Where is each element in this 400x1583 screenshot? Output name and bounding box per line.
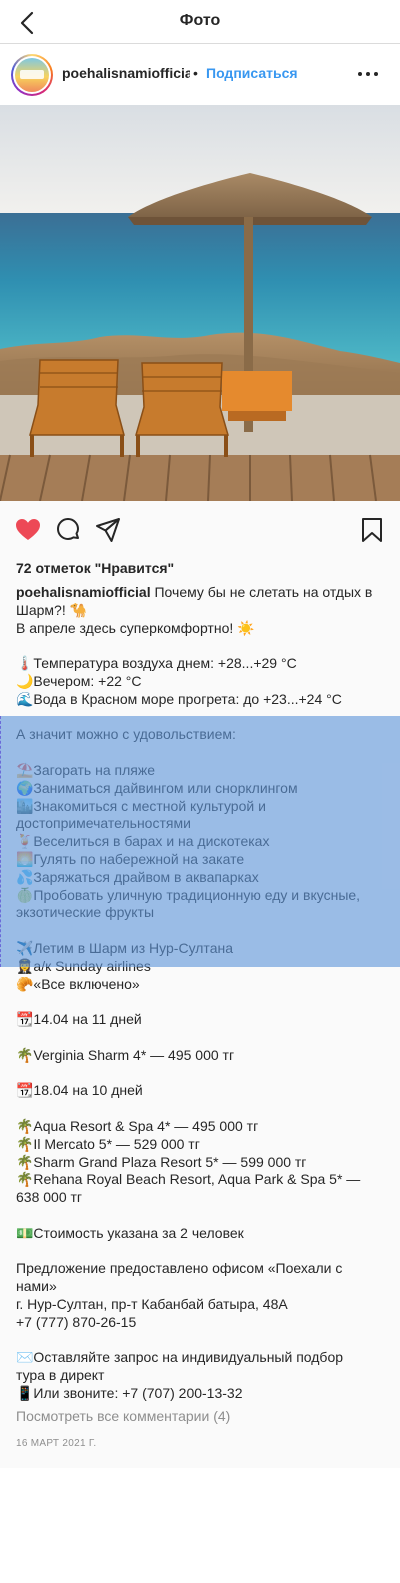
caption-line: 🌴Il Mercato 5* — 529 000 тг: [16, 1135, 200, 1152]
caption-line: 🌴Rehana Royal Beach Resort, Aqua Park & …: [16, 1171, 361, 1188]
caption-line: +7 (777) 870-26-15: [16, 1313, 137, 1330]
caption-line: 📱Или звоните: +7 (707) 200-13-32: [16, 1384, 243, 1401]
caption-line: Предложение предоставлено офисом «Поехал…: [16, 1260, 343, 1277]
top-bar: Фото: [0, 0, 400, 44]
caption-line: 🌅Гулять по набережной на закате: [16, 850, 245, 867]
caption-line: [16, 1207, 386, 1225]
avatar[interactable]: [11, 54, 53, 96]
caption-line: [16, 1029, 386, 1047]
caption-line: нами»: [16, 1278, 57, 1295]
comment-icon[interactable]: [54, 516, 82, 544]
caption-line: 🍹Веселиться в барах и на дискотеках: [16, 833, 270, 850]
caption-line: экзотические фрукты: [16, 904, 155, 921]
caption-line: [16, 709, 386, 727]
caption-line: [16, 744, 386, 762]
post-date: 16 МАРТ 2021 Г.: [16, 1438, 97, 1449]
caption-username[interactable]: poehalisnamiofficial: [16, 584, 151, 600]
caption-line: 🌙Вечером: +22 °С: [16, 672, 142, 689]
caption-line: 📆18.04 на 10 дней: [16, 1082, 143, 1099]
selection-edge: [0, 716, 1, 967]
heart-icon[interactable]: [14, 516, 42, 544]
follow-button[interactable]: Подписаться: [206, 65, 298, 81]
caption-line: 🌡️Температура воздуха днем: +28...+29 °С: [16, 655, 297, 672]
caption-lines: Шарм?! 🐪 В апреле здесь суперкомфортно! ☀…: [16, 602, 386, 1403]
caption-line: тура в директ: [16, 1367, 105, 1384]
view-comments-link[interactable]: Посмотреть все комментарии (4): [16, 1408, 230, 1424]
caption-line: 🏙️Знакомиться с местной культурой и: [16, 797, 266, 814]
paper-plane-icon[interactable]: [94, 516, 122, 544]
caption-line: 🌴Verginia Sharm 4* — 495 000 тг: [16, 1046, 235, 1063]
separator-dot: •: [193, 65, 198, 81]
caption-line: 👩‍✈️а/к Sunday airlines: [16, 957, 151, 974]
caption-line: ✈️Летим в Шарм из Нур-Султана: [16, 939, 233, 956]
caption-line: [16, 1331, 386, 1349]
post-photo[interactable]: [0, 105, 400, 501]
caption-line: 🌍Заниматься дайвингом или снорклингом: [16, 779, 298, 796]
post-username[interactable]: poehalisnamiofficial: [62, 65, 190, 81]
page-footer-space: [0, 1468, 400, 1583]
caption-line: 638 000 тг: [16, 1189, 83, 1206]
caption-first-line-text: Почему бы не слетать на отдых в: [154, 584, 373, 600]
caption-line: [16, 922, 386, 940]
avatar-image: [15, 58, 49, 92]
caption-line: ✉️Оставляйте запрос на индивидуальный по…: [16, 1349, 344, 1366]
caption-line: [16, 1242, 386, 1260]
caption-line: [16, 993, 386, 1011]
caption-line: [16, 1065, 386, 1083]
caption-line: г. Нур-Султан, пр-т Кабанбай батыра, 48А: [16, 1295, 288, 1312]
post-header: poehalisnamiofficial • Подписаться: [0, 45, 400, 105]
caption-line: [16, 1100, 386, 1118]
caption-line: [16, 637, 386, 655]
caption-line: В апреле здесь суперкомфортно! ☀️: [16, 619, 255, 636]
caption-line: 🥐«Все включено»: [16, 975, 140, 992]
page-title: Фото: [179, 12, 221, 29]
caption-line: 📆14.04 на 11 дней: [16, 1011, 142, 1028]
caption-line: 🍈Пробовать уличную традиционную еду и вк…: [16, 886, 361, 903]
post-actions: [0, 510, 400, 552]
likes-count[interactable]: 72 отметок "Нравится": [16, 560, 174, 576]
caption-line: Шарм?! 🐪: [16, 601, 88, 618]
caption-line: 🌊Вода в Красном море прогрета: до +23...…: [16, 690, 342, 707]
caption-line: А значит можно с удовольствием:: [16, 726, 236, 743]
bookmark-icon[interactable]: [358, 516, 386, 544]
caption-line: 💦Заряжаться драйвом в аквапарках: [16, 868, 259, 885]
caption-line: 🌴Sharm Grand Plaza Resort 5* — 599 000 т…: [16, 1153, 307, 1170]
caption-line: 🌴Aqua Resort & Spa 4* — 495 000 тг: [16, 1117, 259, 1134]
caption-line: 💵Стоимость указана за 2 человек: [16, 1224, 244, 1241]
caption-line: достопримечательностями: [16, 815, 191, 832]
ellipsis-icon[interactable]: [356, 64, 380, 84]
post-caption: poehalisnamiofficial Почему бы не слетат…: [16, 584, 386, 1403]
caption-line: poehalisnamiofficial Почему бы не слетат…: [16, 584, 386, 602]
caption-line: ⛱️Загорать на пляже: [16, 761, 156, 778]
